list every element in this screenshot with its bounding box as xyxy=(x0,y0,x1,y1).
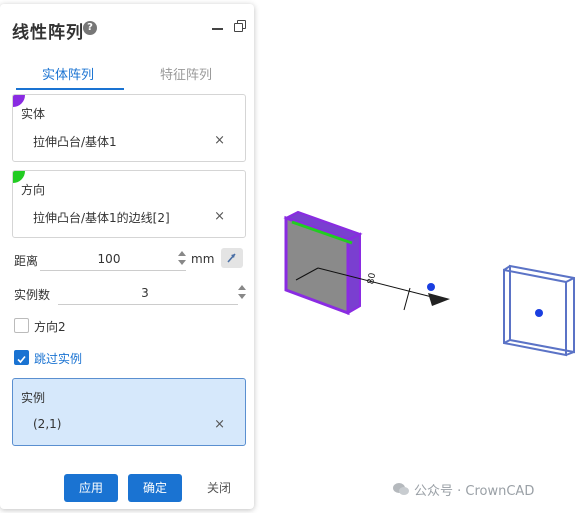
distance-label: 距离 xyxy=(14,254,39,268)
instance-count-row: 实例数 3 xyxy=(14,282,246,305)
direction-arrow-icon xyxy=(428,293,450,306)
solid-selection-box[interactable]: 实体 拉伸凸台/基体1 × xyxy=(12,94,246,162)
active-tab-indicator xyxy=(16,88,124,90)
tab-feature-pattern[interactable]: 特征阵列 xyxy=(130,64,242,83)
direction2-checkbox[interactable] xyxy=(14,318,29,333)
apply-button[interactable]: 应用 xyxy=(64,474,118,502)
remove-direction-icon[interactable]: × xyxy=(214,209,225,224)
solid-label: 实体 xyxy=(21,107,46,121)
wechat-icon xyxy=(393,483,409,495)
watermark-text: 公众号 · CrownCAD xyxy=(414,484,535,499)
direction-label: 方向 xyxy=(21,183,46,197)
dimension-label: 80 xyxy=(366,272,378,285)
distance-unit: mm xyxy=(191,252,215,266)
distance-input[interactable]: 100 xyxy=(74,252,144,266)
instance-count-stepper[interactable] xyxy=(238,284,246,302)
dimension-tick xyxy=(403,287,411,311)
distance-stepper[interactable] xyxy=(178,250,186,268)
tab-solid-pattern[interactable]: 实体阵列 xyxy=(12,64,124,83)
instance-count-underline xyxy=(58,304,238,305)
panel-title: 线性阵列 xyxy=(12,23,84,43)
selected-body-side-face xyxy=(347,232,361,315)
preview-center-point xyxy=(535,309,543,317)
minimize-icon[interactable] xyxy=(212,28,223,30)
distance-underline xyxy=(40,270,186,271)
drag-handle xyxy=(427,283,435,291)
reverse-direction-icon xyxy=(227,253,236,263)
instance-value: (2,1) xyxy=(33,417,62,431)
remove-instance-icon[interactable]: × xyxy=(214,417,225,432)
distance-row: 距离 100 mm xyxy=(14,248,246,271)
instance-label: 实例 xyxy=(21,391,46,405)
pattern-tabs: 实体阵列 特征阵列 xyxy=(12,60,246,90)
solid-value: 拉伸凸台/基体1 xyxy=(33,135,117,149)
help-icon[interactable]: ? xyxy=(83,21,97,35)
direction-selection-box[interactable]: 方向 拉伸凸台/基体1的边线[2] × xyxy=(12,170,246,238)
3d-viewport[interactable]: 80 xyxy=(254,0,587,513)
checkmark-icon xyxy=(17,355,26,364)
ok-button[interactable]: 确定 xyxy=(128,474,182,502)
instance-selection-box[interactable]: 实例 (2,1) × xyxy=(12,378,246,446)
instance-count-input[interactable]: 3 xyxy=(110,286,180,300)
panel-header: 线性阵列 ? xyxy=(12,16,248,43)
close-button[interactable]: 关闭 xyxy=(192,474,246,502)
skip-instance-checkbox[interactable] xyxy=(14,350,29,365)
restore-window-icon[interactable] xyxy=(234,20,248,34)
direction2-label: 方向2 xyxy=(34,320,66,334)
direction-value: 拉伸凸台/基体1的边线[2] xyxy=(33,211,170,225)
reverse-direction-button[interactable] xyxy=(221,248,243,268)
linear-pattern-panel: 线性阵列 ? 实体阵列 特征阵列 实体 拉伸凸台/基体1 × 方向 拉伸凸台/基… xyxy=(0,4,254,509)
skip-instance-label: 跳过实例 xyxy=(34,352,83,366)
instance-count-label: 实例数 xyxy=(14,288,51,302)
remove-solid-icon[interactable]: × xyxy=(214,133,225,148)
